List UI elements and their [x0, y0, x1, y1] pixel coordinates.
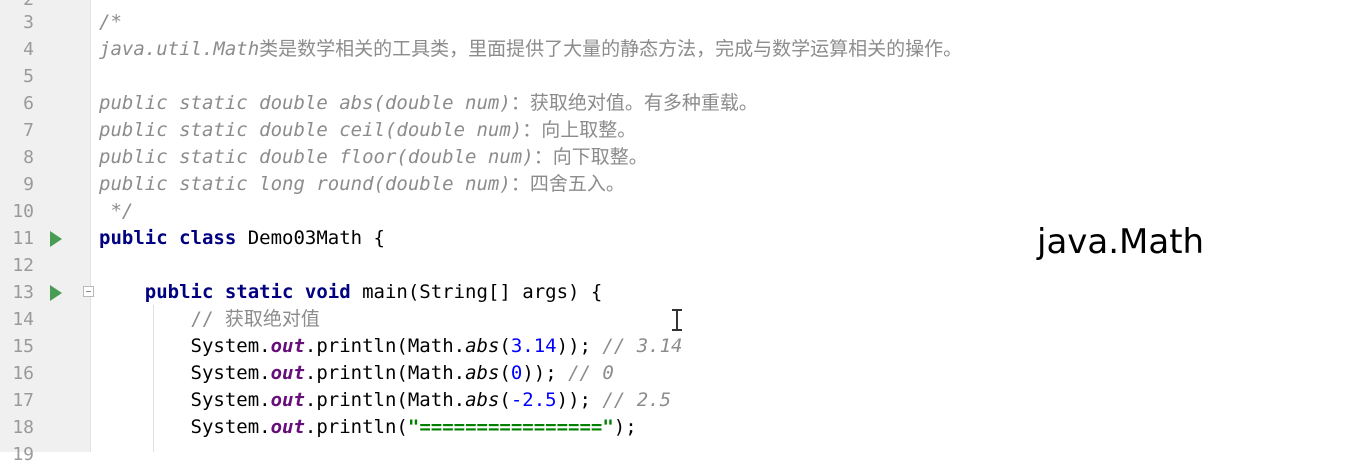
code-token: .println(Math. — [304, 335, 466, 357]
code-token: )); — [556, 335, 591, 357]
number-token: 0 — [510, 362, 523, 384]
code-token: System. — [99, 389, 271, 411]
code-text: System.out.println(Math.abs(-2.5)); // 2… — [99, 387, 672, 414]
comment-token: // 2.5 — [590, 389, 672, 411]
code-token: Demo03Math { — [236, 227, 385, 249]
comment-token: /* — [99, 11, 122, 33]
comment-token: // 3.14 — [590, 335, 683, 357]
code-line: 6 public static double abs(double num)：获… — [0, 90, 1364, 117]
code-text: // 获取绝对值 — [99, 306, 320, 333]
code-text: */ — [99, 198, 133, 225]
line-number: 4 — [23, 39, 34, 60]
line-number: 11 — [12, 228, 34, 249]
field-token: out — [270, 389, 305, 411]
code-text: System.out.println("================"); — [99, 414, 637, 441]
code-text: /* — [99, 9, 122, 36]
keyword-token: public class — [99, 227, 237, 249]
field-token: out — [270, 416, 305, 438]
field-token: out — [270, 335, 305, 357]
line-number: 10 — [12, 201, 34, 222]
code-token: System. — [99, 416, 271, 438]
code-token: )); — [522, 362, 557, 384]
code-text: public class Demo03Math { — [99, 225, 385, 252]
code-text: public static double abs(double num)：获取绝… — [99, 90, 758, 117]
string-token: "================" — [407, 416, 614, 438]
comment-token: 类是数学相关的工具类，里面提供了大量的静态方法，完成与数学运算相关的操作。 — [259, 38, 963, 60]
comment-token: public static long round(double num) — [99, 173, 511, 195]
comment-token: java.util.Math — [99, 38, 260, 60]
comment-token: ：获取绝对值。有多种重载。 — [510, 92, 758, 114]
code-token: ); — [613, 416, 637, 438]
line-number: 19 — [12, 444, 34, 465]
line-number: 13 — [12, 282, 34, 303]
line-number: 7 — [23, 120, 34, 141]
code-text: public static double floor(double num)：向… — [99, 144, 648, 171]
comment-token: ：四舍五入。 — [510, 173, 625, 195]
line-number: 5 — [23, 66, 34, 87]
code-line: 4 java.util.Math类是数学相关的工具类，里面提供了大量的静态方法，… — [0, 36, 1364, 63]
line-number: 12 — [12, 255, 34, 276]
method-token: abs — [465, 362, 500, 384]
code-token: main(String[] args) { — [350, 281, 603, 303]
line-number: 15 — [12, 336, 34, 357]
method-token: abs — [465, 335, 500, 357]
code-token: .println( — [304, 416, 408, 438]
code-token: ( — [499, 362, 511, 384]
comment-token: ：向下取整。 — [533, 146, 648, 168]
code-line: 19 — [0, 441, 1364, 468]
comment-token: public static double ceil(double num) — [99, 119, 523, 141]
code-token: .println(Math. — [304, 362, 466, 384]
code-token: ( — [499, 389, 511, 411]
code-text: public static long round(double num)：四舍五… — [99, 171, 625, 198]
code-text: System.out.println(Math.abs(3.14)); // 3… — [99, 333, 683, 360]
comment-token: // — [99, 308, 225, 330]
line-number: 17 — [12, 390, 34, 411]
method-token: abs — [465, 389, 500, 411]
line-number: 3 — [23, 12, 34, 33]
code-text: java.util.Math类是数学相关的工具类，里面提供了大量的静态方法，完成… — [99, 36, 962, 63]
code-token: ( — [499, 335, 511, 357]
code-line: 10 */ — [0, 198, 1364, 225]
code-line: 3 /* — [0, 9, 1364, 36]
run-icon[interactable] — [50, 285, 62, 301]
number-token: 3.14 — [510, 335, 557, 357]
keyword-token: public static void — [144, 281, 351, 303]
line-number: 6 — [23, 93, 34, 114]
code-line: 13 public static void main(String[] args… — [0, 279, 1364, 306]
code-line: 17 System.out.println(Math.abs(-2.5)); /… — [0, 387, 1364, 414]
comment-token: ：向上取整。 — [522, 119, 637, 141]
code-line: 7 public static double ceil(double num)：… — [0, 117, 1364, 144]
code-line: 15 System.out.println(Math.abs(3.14)); /… — [0, 333, 1364, 360]
code-token: System. — [99, 362, 271, 384]
run-icon[interactable] — [50, 231, 62, 247]
code-line: 8 public static double floor(double num)… — [0, 144, 1364, 171]
line-number: 8 — [23, 147, 34, 168]
line-number: 9 — [23, 174, 34, 195]
code-text: System.out.println(Math.abs(0)); // 0 — [99, 360, 614, 387]
comment-token: public static double floor(double num) — [99, 146, 534, 168]
code-token: .println(Math. — [304, 389, 466, 411]
code-line: 9 public static long round(double num)：四… — [0, 171, 1364, 198]
code-line: 16 System.out.println(Math.abs(0)); // 0 — [0, 360, 1364, 387]
text-cursor-icon — [671, 309, 683, 331]
code-text: public static double ceil(double num)：向上… — [99, 117, 636, 144]
line-number: 16 — [12, 363, 34, 384]
code-token: System. — [99, 335, 271, 357]
comment-token: public static double abs(double num) — [99, 92, 511, 114]
overlay-title: java.Math — [1037, 222, 1205, 262]
comment-token: 获取绝对值 — [224, 308, 320, 330]
line-number: 18 — [12, 417, 34, 438]
line-number: 14 — [12, 309, 34, 330]
code-token: )); — [556, 389, 591, 411]
code-line: 5 — [0, 63, 1364, 90]
fold-icon[interactable] — [83, 286, 94, 297]
code-line: 18 System.out.println("================"… — [0, 414, 1364, 441]
comment-token: // 0 — [556, 362, 614, 384]
code-text: public static void main(String[] args) { — [99, 279, 603, 306]
comment-token: */ — [99, 200, 134, 222]
field-token: out — [270, 362, 305, 384]
number-token: -2.5 — [510, 389, 557, 411]
